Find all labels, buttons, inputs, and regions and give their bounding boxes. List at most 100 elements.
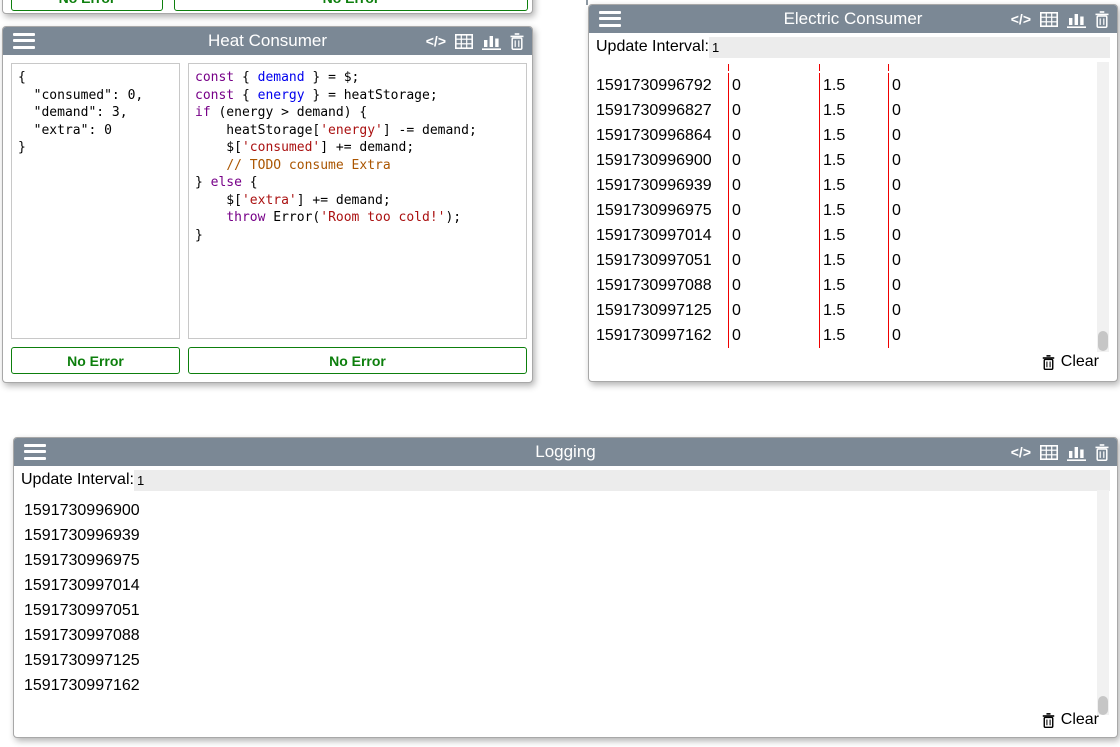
table-cell: 1.5 bbox=[819, 323, 888, 348]
update-interval-label: Update Interval: bbox=[21, 471, 134, 489]
table-cell: 1591730996827 bbox=[596, 98, 728, 123]
code-line: "consumed": 0, bbox=[18, 87, 173, 105]
code-line: $['extra'] += demand; bbox=[195, 192, 520, 210]
logging-panel: Logging </> bbox=[13, 437, 1118, 738]
update-interval-label: Update Interval: bbox=[596, 38, 709, 56]
no-error-button[interactable]: No Error bbox=[11, 347, 180, 374]
table-cell: 1.5 bbox=[819, 273, 888, 298]
menu-icon[interactable] bbox=[24, 444, 46, 460]
update-interval-input[interactable] bbox=[134, 470, 1110, 491]
menu-icon[interactable] bbox=[13, 33, 35, 49]
table-cell: 1591730997014 bbox=[596, 223, 728, 248]
code-line: const { energy } = heatStorage; bbox=[195, 87, 520, 105]
table-cell: 1.5 bbox=[819, 148, 888, 173]
table-cell: 1591730997088 bbox=[596, 273, 728, 298]
chart-icon[interactable] bbox=[482, 33, 501, 50]
table-cell: 0 bbox=[888, 123, 1095, 148]
table-cell: 1.5 bbox=[819, 223, 888, 248]
table-row: 159173099716201.50 bbox=[596, 323, 1095, 348]
table-cell: 0 bbox=[888, 198, 1095, 223]
code-line: throw Error('Room too cold!'); bbox=[195, 209, 520, 227]
table-cell: 1591730996939 bbox=[596, 173, 728, 198]
table-cell: 0 bbox=[728, 273, 819, 298]
table-cell: 0 bbox=[888, 98, 1095, 123]
table-row: 159173099682701.50 bbox=[596, 98, 1095, 123]
trash-icon[interactable] bbox=[1095, 444, 1109, 461]
state-json-editor[interactable]: { "consumed": 0, "demand": 3, "extra": 0… bbox=[11, 63, 180, 339]
update-interval-row: Update Interval: bbox=[21, 469, 1110, 491]
table-cell: 1.5 bbox=[819, 298, 888, 323]
table-cell: 0 bbox=[728, 323, 819, 348]
clear-button[interactable]: Clear bbox=[1042, 711, 1099, 729]
electric-panel-header: Electric Consumer </> bbox=[589, 5, 1117, 33]
log-entry: 1591730996900 bbox=[24, 498, 1087, 523]
code-icon[interactable]: </> bbox=[426, 27, 446, 55]
electric-consumer-panel: Electric Consumer </> bbox=[588, 4, 1118, 382]
no-error-label: No Error bbox=[323, 0, 380, 6]
table-row: 159173099686401.50 bbox=[596, 123, 1095, 148]
code-line: } bbox=[195, 227, 520, 245]
clear-button[interactable]: Clear bbox=[1042, 353, 1099, 371]
table-cell: 1591730997051 bbox=[596, 248, 728, 273]
trash-icon[interactable] bbox=[510, 33, 524, 50]
table-row: 159173099693901.50 bbox=[596, 173, 1095, 198]
table-cell: 0 bbox=[728, 223, 819, 248]
code-line: $['consumed'] += demand; bbox=[195, 139, 520, 157]
table-row: 159173099708801.50 bbox=[596, 273, 1095, 298]
table-cell: 0 bbox=[728, 298, 819, 323]
table-cell: 1.5 bbox=[819, 98, 888, 123]
code-line: heatStorage['energy'] -= demand; bbox=[195, 122, 520, 140]
table-cell: 0 bbox=[728, 98, 819, 123]
logic-code-editor[interactable]: const { demand } = $;const { energy } = … bbox=[188, 63, 527, 339]
log-list: 159173099690015917309969391591730996975 1… bbox=[24, 498, 1087, 698]
table-cell: 0 bbox=[888, 298, 1095, 323]
code-line: const { demand } = $; bbox=[195, 69, 520, 87]
table-row: 159173099679201.50 bbox=[596, 73, 1095, 98]
table-cell: 0 bbox=[888, 323, 1095, 348]
no-error-button[interactable]: No Error bbox=[188, 347, 527, 374]
table-cell: 1.5 bbox=[819, 248, 888, 273]
table-cell: 0 bbox=[888, 273, 1095, 298]
heat-panel-header: Heat Consumer </> bbox=[3, 27, 532, 55]
table-icon[interactable] bbox=[455, 34, 473, 49]
table-cell: 1591730996864 bbox=[596, 123, 728, 148]
no-error-button[interactable]: No Error bbox=[174, 0, 528, 11]
no-error-label: No Error bbox=[329, 353, 386, 369]
table-cell: 0 bbox=[728, 198, 819, 223]
chart-icon[interactable] bbox=[1067, 444, 1086, 461]
code-line: { bbox=[18, 69, 173, 87]
clear-label: Clear bbox=[1061, 353, 1099, 371]
code-line: if (energy > demand) { bbox=[195, 104, 520, 122]
log-entry: 1591730997125 bbox=[24, 648, 1087, 673]
log-entry: 1591730997051 bbox=[24, 598, 1087, 623]
log-entry: 1591730997088 bbox=[24, 623, 1087, 648]
update-interval-input[interactable] bbox=[709, 37, 1110, 58]
menu-icon[interactable] bbox=[599, 11, 621, 27]
scrollbar-thumb[interactable] bbox=[1098, 696, 1108, 715]
table-cell: 0 bbox=[888, 173, 1095, 198]
trash-icon[interactable] bbox=[1095, 11, 1109, 28]
scrollbar-thumb[interactable] bbox=[1098, 331, 1108, 351]
chart-icon[interactable] bbox=[1067, 11, 1086, 28]
log-entry: 1591730996975 bbox=[24, 548, 1087, 573]
log-entry: 1591730997162 bbox=[24, 673, 1087, 698]
table-row: 159173099712501.50 bbox=[596, 298, 1095, 323]
table-cell: 1591730996792 bbox=[596, 73, 728, 98]
code-icon[interactable]: </> bbox=[1011, 5, 1031, 33]
table-icon[interactable] bbox=[1040, 12, 1058, 27]
table-cell: 1591730997162 bbox=[596, 323, 728, 348]
heat-consumer-panel: Heat Consumer </> bbox=[2, 26, 533, 383]
no-error-button[interactable]: No Error bbox=[11, 0, 163, 11]
code-icon[interactable]: </> bbox=[1011, 438, 1031, 466]
table-row: 159173099697501.50 bbox=[596, 198, 1095, 223]
table-icon[interactable] bbox=[1040, 445, 1058, 460]
table-cell: 1.5 bbox=[819, 198, 888, 223]
code-line: } else { bbox=[195, 174, 520, 192]
electric-data-table: 159173099679201.50159173099682701.501591… bbox=[596, 64, 1095, 348]
table-cell: 0 bbox=[728, 173, 819, 198]
no-error-label: No Error bbox=[59, 0, 116, 6]
logging-panel-header: Logging </> bbox=[14, 438, 1117, 466]
table-header-row bbox=[596, 64, 1095, 71]
table-row: 159173099705101.50 bbox=[596, 248, 1095, 273]
log-entry: 1591730996939 bbox=[24, 523, 1087, 548]
